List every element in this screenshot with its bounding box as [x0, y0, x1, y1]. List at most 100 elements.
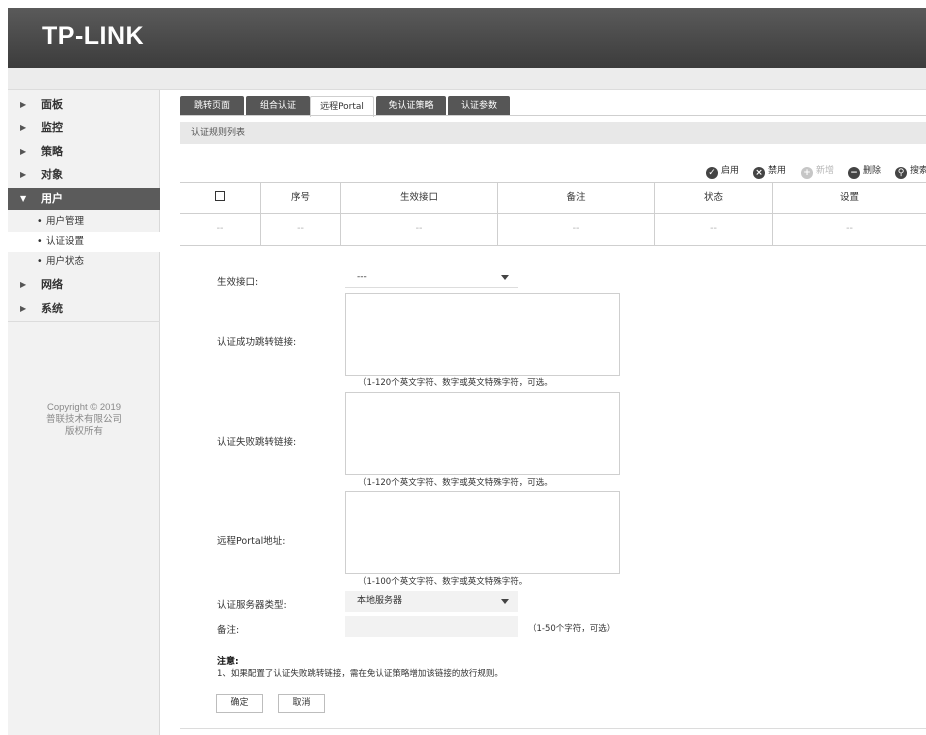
fail-url-label: 认证失败跳转链接:: [217, 437, 297, 448]
note-title: 注意:: [217, 657, 239, 667]
portal-address-hint: （1-100个英文字符、数字或英文特殊字符。: [358, 577, 528, 587]
plus-circle-icon: +: [801, 167, 813, 179]
caret-right-icon: ▶: [20, 280, 27, 289]
fail-url-textarea[interactable]: [345, 392, 620, 475]
bullet-icon: •: [37, 256, 43, 267]
caret-right-icon: ▶: [20, 170, 27, 179]
disable-label: 禁用: [768, 166, 787, 176]
remark-hint: （1-50个字符，可选）: [528, 624, 616, 634]
sidebar-divider: [8, 321, 160, 322]
sidebar-item-user[interactable]: ▼ 用户: [8, 188, 160, 210]
header-cell: 生效接口: [341, 183, 498, 213]
interface-select[interactable]: ---: [345, 267, 518, 288]
header-select-all[interactable]: [180, 183, 261, 213]
caret-right-icon: ▶: [20, 123, 27, 132]
sidebar-item-label: 监控: [41, 121, 63, 134]
enable-label: 启用: [721, 166, 740, 176]
caret-right-icon: ▶: [20, 147, 27, 156]
delete-button[interactable]: − 删除: [848, 164, 881, 179]
add-label: 新增: [816, 166, 835, 176]
tab-remote-portal[interactable]: 远程Portal: [310, 96, 374, 117]
header-cell: 状态: [655, 183, 773, 213]
header-cell: 序号: [261, 183, 341, 213]
server-type-label: 认证服务器类型:: [217, 600, 287, 611]
cancel-button[interactable]: 取消: [278, 694, 325, 713]
tab-auth-free-policy[interactable]: 免认证策略: [376, 96, 446, 116]
search-icon: ⚲: [895, 167, 907, 179]
dropdown-arrow-icon: [501, 599, 509, 604]
sidebar-subitem-user-management[interactable]: • 用户管理: [8, 212, 160, 232]
tab-combined-auth[interactable]: 组合认证: [246, 96, 310, 116]
fail-url-hint: （1-120个英文字符、数字或英文特殊字符，可选。: [358, 478, 553, 488]
copyright: Copyright © 2019 普联技术有限公司 版权所有: [8, 402, 160, 438]
checkbox[interactable]: [215, 191, 225, 201]
app-window: TP-LINK ▶ 面板 ▶ 监控 ▶ 策略 ▶ 对象 ▼ 用户 • 用户管理 …: [0, 0, 926, 735]
success-url-textarea[interactable]: [345, 293, 620, 376]
table-cell: --: [498, 214, 655, 245]
sidebar-item-label: 网络: [41, 278, 63, 291]
sidebar-subitem-user-status[interactable]: • 用户状态: [8, 252, 160, 272]
table-cell: --: [341, 214, 498, 245]
table-cell: --: [846, 223, 853, 234]
minus-circle-icon: −: [848, 167, 860, 179]
tp-link-logo: TP-LINK: [42, 22, 145, 50]
x-circle-icon: ×: [753, 167, 765, 179]
caret-down-icon: ▼: [20, 194, 27, 203]
server-type-select[interactable]: 本地服务器: [345, 591, 518, 612]
sidebar-item-label: 用户: [41, 192, 63, 205]
sidebar-item-monitor[interactable]: ▶ 监控: [8, 117, 160, 139]
sidebar-item-policy[interactable]: ▶ 策略: [8, 141, 160, 163]
table-cell: --: [655, 214, 773, 245]
caret-right-icon: ▶: [20, 100, 27, 109]
sidebar-item-label: 策略: [41, 145, 63, 158]
delete-label: 删除: [863, 166, 882, 176]
sidebar-subitem-label: 认证设置: [46, 236, 85, 247]
copyright-line: Copyright © 2019: [46, 402, 122, 413]
server-type-select-value: 本地服务器: [357, 596, 403, 606]
sidebar-item-network[interactable]: ▶ 网络: [8, 274, 160, 296]
copyright-line: 版权所有: [64, 426, 103, 437]
caret-right-icon: ▶: [20, 304, 27, 313]
copyright-line: 普联技术有限公司: [45, 414, 122, 425]
tab-redirect-page[interactable]: 跳转页面: [180, 96, 244, 116]
interface-select-value: ---: [357, 272, 367, 282]
search-button[interactable]: ⚲ 搜索: [895, 164, 926, 179]
sidebar-item-dashboard[interactable]: ▶ 面板: [8, 94, 160, 116]
search-label: 搜索: [910, 166, 926, 176]
table-cell: --: [261, 214, 341, 245]
header-subbar: [8, 68, 926, 90]
enable-button[interactable]: ✓ 启用: [706, 164, 739, 179]
tab-underline: [180, 115, 926, 116]
sidebar-item-label: 系统: [41, 302, 63, 315]
bullet-icon: •: [37, 216, 43, 227]
table-header: 序号 生效接口 备注 状态 设置: [180, 182, 926, 214]
portal-address-label: 远程Portal地址:: [217, 536, 286, 547]
sidebar-subitem-auth-settings[interactable]: • 认证设置: [8, 232, 160, 252]
header-cell: 备注: [498, 183, 655, 213]
note-text: 1、如果配置了认证失败跳转链接，需在免认证策略增加该链接的放行规则。: [217, 669, 503, 679]
dropdown-arrow-icon: [501, 275, 509, 280]
disable-button[interactable]: × 禁用: [753, 164, 786, 179]
sidebar-item-system[interactable]: ▶ 系统: [8, 298, 160, 320]
interface-label: 生效接口:: [217, 277, 259, 288]
tab-auth-params[interactable]: 认证参数: [448, 96, 510, 116]
content-bottom-border: [180, 728, 926, 729]
portal-address-textarea[interactable]: [345, 491, 620, 574]
table-row: -- -- -- -- -- --: [180, 214, 926, 246]
sidebar-item-label: 对象: [41, 168, 63, 181]
header-cell: 设置: [839, 192, 859, 203]
check-circle-icon: ✓: [706, 167, 718, 179]
table-cell: --: [180, 214, 261, 245]
sidebar-subitem-label: 用户管理: [46, 216, 85, 227]
remark-input[interactable]: [345, 616, 518, 637]
sidebar-item-object[interactable]: ▶ 对象: [8, 164, 160, 186]
bullet-icon: •: [37, 236, 43, 247]
remark-label: 备注:: [217, 625, 240, 636]
sidebar-item-label: 面板: [41, 98, 63, 111]
sidebar: ▶ 面板 ▶ 监控 ▶ 策略 ▶ 对象 ▼ 用户 • 用户管理 • 认证设置 •: [8, 90, 160, 735]
sidebar-subitem-label: 用户状态: [46, 256, 85, 267]
ok-button[interactable]: 确定: [216, 694, 263, 713]
top-header: TP-LINK: [8, 8, 926, 68]
add-button[interactable]: + 新增: [801, 164, 834, 179]
section-title: 认证规则列表: [180, 122, 926, 144]
